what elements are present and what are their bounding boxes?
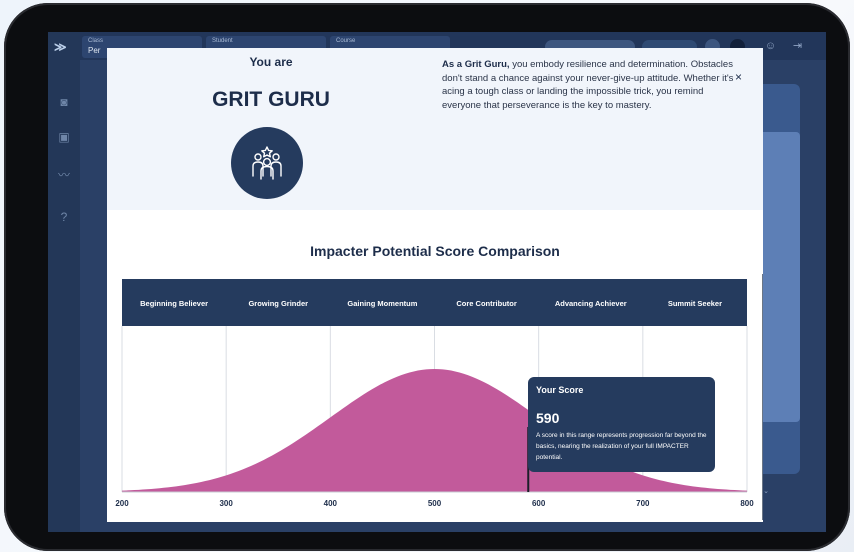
- scrollbar[interactable]: [762, 274, 763, 520]
- description-lead: As a Grit Guru,: [442, 59, 510, 70]
- x-tick-label: 700: [636, 499, 650, 508]
- class-select-label: Class: [88, 38, 104, 44]
- x-tick-label: 600: [532, 499, 546, 508]
- class-select-value: Per: [88, 46, 101, 55]
- account-icon[interactable]: ☺: [763, 39, 778, 54]
- category-label: Summit Seeker: [668, 299, 722, 308]
- x-tick-label: 200: [115, 499, 129, 508]
- type-name: GRIT GURU: [212, 88, 330, 111]
- score-tooltip: Your Score 590 A score in this range rep…: [528, 377, 715, 472]
- category-header-band: [122, 279, 747, 326]
- result-modal: You are GRIT GURU As a Grit Guru, you em…: [107, 48, 763, 522]
- student-select-label: Student: [212, 38, 233, 44]
- category-label: Beginning Believer: [140, 299, 208, 308]
- team-star-icon: [231, 127, 303, 199]
- tooltip-label: Your Score: [536, 385, 584, 395]
- roster-icon[interactable]: ▣: [57, 130, 71, 144]
- x-tick-label: 300: [219, 499, 233, 508]
- x-tick-label: 800: [740, 499, 754, 508]
- category-label: Advancing Achiever: [555, 299, 627, 308]
- you-are-label: You are: [249, 55, 293, 69]
- tooltip-score: 590: [536, 410, 560, 426]
- category-label: Core Contributor: [456, 299, 516, 308]
- type-description: As a Grit Guru, you embody resilience an…: [442, 58, 740, 112]
- tablet-frame: ≫ ◙ ▣ 〰 ? Class Per Student Course ☺ ⇥ ⌄…: [4, 3, 850, 551]
- x-tick-label: 500: [428, 499, 442, 508]
- x-tick-label: 400: [324, 499, 338, 508]
- app-sidebar: ≫ ◙ ▣ 〰 ?: [48, 32, 80, 532]
- category-label: Growing Grinder: [248, 299, 308, 308]
- tablet-screen: ≫ ◙ ▣ 〰 ? Class Per Student Course ☺ ⇥ ⌄…: [48, 32, 826, 532]
- chart-title: Impacter Potential Score Comparison: [310, 243, 560, 259]
- close-icon[interactable]: ×: [735, 70, 742, 84]
- activity-icon[interactable]: 〰: [57, 168, 71, 182]
- category-label: Gaining Momentum: [347, 299, 417, 308]
- app-logo[interactable]: ≫: [54, 40, 67, 54]
- tooltip-description: A score in this range represents progres…: [536, 432, 707, 461]
- logout-icon[interactable]: ⇥: [790, 39, 805, 54]
- course-select-label: Course: [336, 38, 356, 44]
- help-icon[interactable]: ?: [57, 210, 71, 224]
- camera-icon[interactable]: ◙: [57, 95, 71, 109]
- modal-header: You are GRIT GURU As a Grit Guru, you em…: [107, 48, 763, 210]
